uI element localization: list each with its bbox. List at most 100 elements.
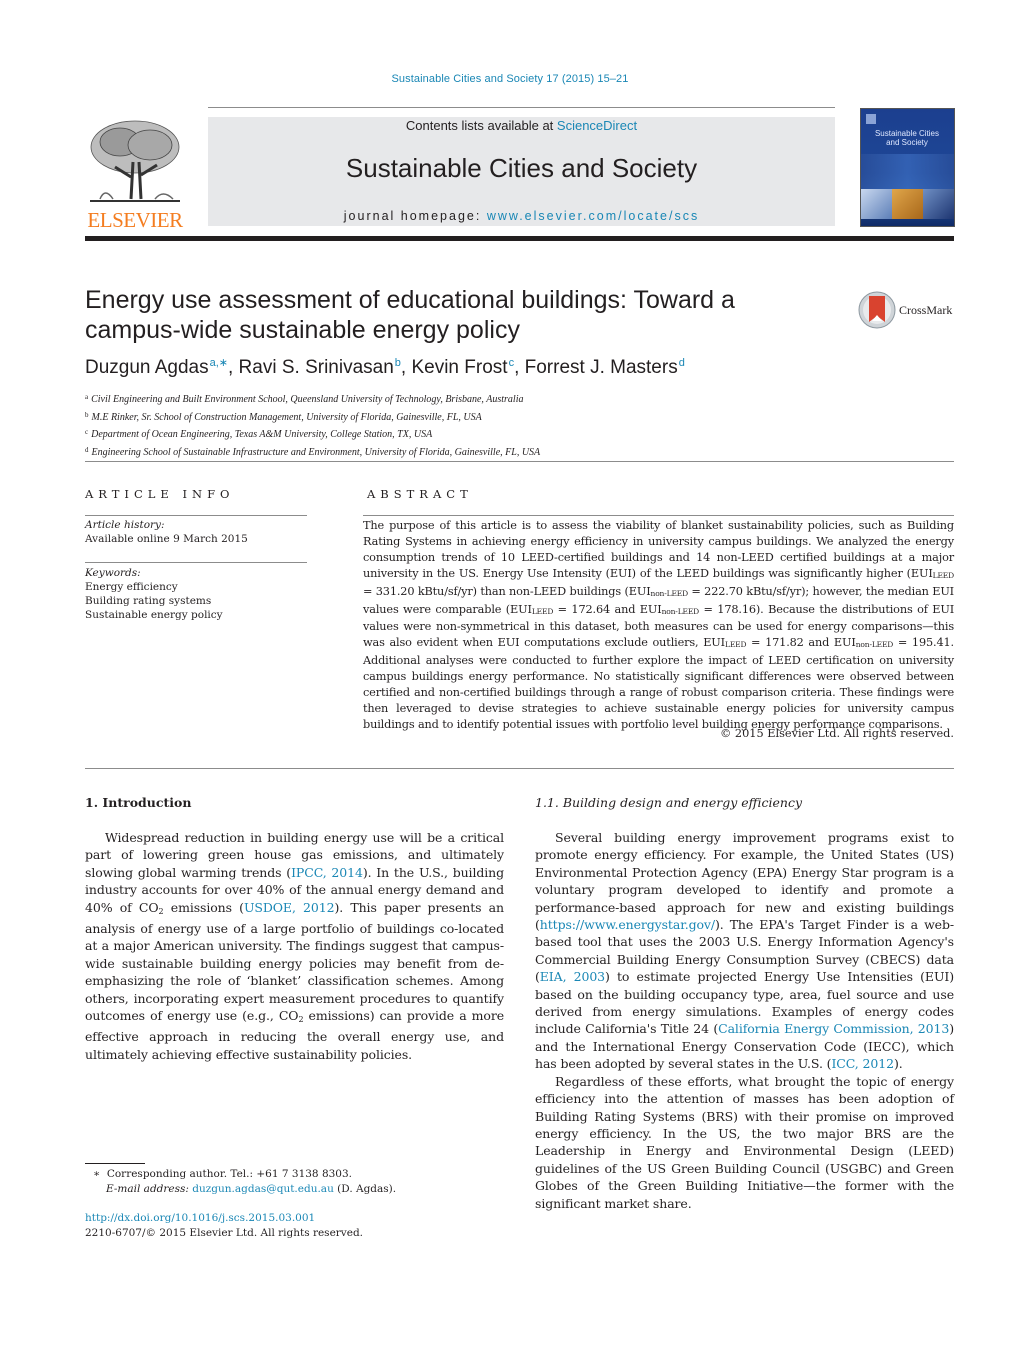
history-label: Article history: — [85, 519, 165, 531]
affiliation-text: M.E Rinker, Sr. School of Construction M… — [91, 411, 482, 423]
cover-title-line1: Sustainable Cities — [874, 129, 940, 138]
article-info-divider — [85, 515, 307, 516]
abstract-run: The purpose of this article is to assess… — [363, 519, 954, 580]
affiliation-item: c Department of Ocean Engineering, Texas … — [85, 425, 540, 443]
abstract-subscript: non-LEED — [661, 606, 700, 616]
journal-homepage: journal homepage: www.elsevier.com/locat… — [208, 209, 835, 223]
author-name: Forrest J. Masters — [524, 357, 678, 378]
cover-photo-2 — [892, 189, 923, 219]
cover-photo-3 — [923, 189, 954, 219]
abstract-copyright: © 2015 Elsevier Ltd. All rights reserved… — [720, 727, 954, 740]
keywords-block: Keywords: Energy efficiency Building rat… — [85, 566, 307, 622]
affiliation-key: b — [85, 410, 89, 419]
abstract-heading: ABSTRACT — [367, 487, 473, 501]
footnotes: ∗ Corresponding author. Tel.: +61 7 3138… — [85, 1167, 505, 1197]
cover-title-line2: and Society — [886, 138, 928, 147]
history-value: Available online 9 March 2015 — [85, 533, 248, 545]
affiliation-key: c — [85, 428, 89, 436]
affiliation-key: a — [85, 393, 89, 401]
author-name: Ravi S. Srinivasan — [238, 357, 394, 378]
keyword-item: Sustainable energy policy — [85, 609, 223, 621]
citation-link-ipcc-2014[interactable]: IPCC, 2014 — [291, 865, 363, 880]
journal-title: Sustainable Cities and Society — [345, 153, 698, 183]
affiliation-text: Civil Engineering and Built Environment … — [91, 394, 524, 405]
author-separator: , — [227, 357, 239, 378]
email-suffix: (D. Agdas). — [333, 1183, 397, 1195]
abstract-text: The purpose of this article is to assess… — [363, 518, 954, 733]
abstract-subscript: LEED — [932, 570, 954, 580]
text-run: ). — [893, 1056, 903, 1072]
citation-link-usdoe-2012[interactable]: USDOE, 2012 — [244, 900, 335, 915]
affiliation-text: Department of Ocean Engineering, Texas A… — [91, 429, 433, 440]
keywords-label: Keywords: — [85, 567, 141, 579]
article-title: Energy use assessment of educational bui… — [85, 285, 785, 345]
affiliation-key: d — [85, 445, 89, 454]
section-heading-introduction: 1. Introduction — [85, 795, 192, 810]
homepage-prefix: journal homepage: — [343, 209, 487, 223]
crossmark-label[interactable]: CrossMark — [899, 303, 952, 318]
abstract-subscript: LEED — [531, 606, 554, 616]
crossmark-icon — [858, 291, 896, 329]
abstract-bottom-divider — [85, 768, 954, 769]
header-thick-rule — [85, 236, 954, 241]
abstract-subscript: non-LEED — [650, 588, 689, 598]
section-heading-1-1: 1.1. Building design and energy efficien… — [535, 795, 803, 810]
link-energystar[interactable]: https://www.energystar.gov/ — [540, 917, 715, 932]
abstract-run: = 331.20 kBtu/sf/yr) than non-LEED build… — [363, 584, 651, 598]
abstract-subscript: non-LEED — [855, 640, 894, 650]
title-line-1: Energy use assessment of educational bui… — [85, 286, 735, 314]
email-link[interactable]: duzgun.agdas@qut.edu.au — [192, 1183, 334, 1195]
article-info-heading: ARTICLE INFO — [85, 487, 235, 501]
cover-logo-icon — [866, 114, 876, 124]
homepage-link[interactable]: www.elsevier.com/locate/scs — [487, 209, 699, 223]
cover-photo-strip — [861, 189, 954, 219]
abstract-run: = 172.64 and EUI — [553, 602, 662, 616]
abstract-run: = 171.82 and EUI — [746, 636, 856, 650]
introduction-paragraph: Widespread reduction in building energy … — [85, 829, 504, 1063]
cover-title: Sustainable Cities and Society — [867, 129, 947, 147]
issn-line: 2210-6707/© 2015 Elsevier Ltd. All right… — [85, 1227, 364, 1239]
footnote-star: ∗ — [93, 1168, 101, 1180]
author-affiliation-marker[interactable]: d — [679, 357, 685, 369]
journal-banner: Contents lists available at ScienceDirec… — [208, 117, 835, 226]
section-1-1-text: Several building energy improvement prog… — [535, 829, 954, 1212]
elsevier-tree-icon — [85, 117, 185, 207]
citation-link-icc-2012[interactable]: ICC, 2012 — [831, 1056, 894, 1071]
citation-link-cec-2013[interactable]: California Energy Commission, 2013 — [718, 1021, 949, 1036]
contents-line: Contents lists available at ScienceDirec… — [208, 117, 835, 133]
cover-skyline — [861, 154, 954, 189]
affiliation-item: b M.E Rinker, Sr. School of Construction … — [85, 408, 540, 426]
journal-citation-link[interactable]: Sustainable Cities and Society 17 (2015)… — [0, 73, 1020, 85]
article-history: Article history: Available online 9 Marc… — [85, 518, 307, 546]
author-list: Duzgun Agdasa,∗, Ravi S. Srinivasanb, Ke… — [85, 356, 685, 379]
citation-link-eia-2003[interactable]: EIA, 2003 — [540, 969, 605, 984]
crossmark-button[interactable] — [858, 291, 896, 333]
corresponding-author-note: ∗ Corresponding author. Tel.: +61 7 3138… — [85, 1167, 505, 1182]
email-note: E-mail address: duzgun.agdas@qut.edu.au … — [85, 1182, 505, 1197]
affiliations: a Civil Engineering and Built Environment… — [85, 390, 540, 460]
affiliation-item: a Civil Engineering and Built Environment… — [85, 390, 540, 408]
keywords-divider — [85, 562, 307, 563]
affiliation-item: d Engineering School of Sustainable Infra… — [85, 443, 540, 461]
title-line-2: campus-wide sustainable energy policy — [85, 316, 520, 344]
abstract-divider — [363, 515, 954, 516]
author-name: Duzgun Agdas — [85, 357, 209, 378]
author-name: Kevin Frost — [411, 357, 508, 378]
cover-photo-1 — [861, 189, 892, 219]
email-label: E-mail address: — [106, 1183, 189, 1195]
corresponding-text: Corresponding author. Tel.: +61 7 3138 8… — [106, 1168, 353, 1180]
author-affiliation-marker[interactable]: a,∗ — [210, 357, 228, 369]
doi-link[interactable]: http://dx.doi.org/10.1016/j.scs.2015.03.… — [85, 1212, 315, 1224]
sciencedirect-link[interactable]: ScienceDirect — [557, 118, 637, 133]
abstract-run: = 195.41. Additional analyses were condu… — [363, 636, 954, 731]
contents-prefix: Contents lists available at — [405, 118, 557, 133]
footnote-rule — [85, 1163, 145, 1164]
text-run: ). This paper presents an analysis of en… — [85, 899, 504, 1024]
elsevier-wordmark: ELSEVIER — [87, 208, 183, 232]
header-divider — [208, 107, 835, 108]
author-separator: , — [400, 357, 412, 378]
keyword-item: Energy efficiency — [85, 581, 178, 593]
affiliation-text: Engineering School of Sustainable Infras… — [91, 446, 541, 458]
author-separator: , — [514, 357, 525, 378]
keyword-item: Building rating systems — [85, 595, 212, 607]
